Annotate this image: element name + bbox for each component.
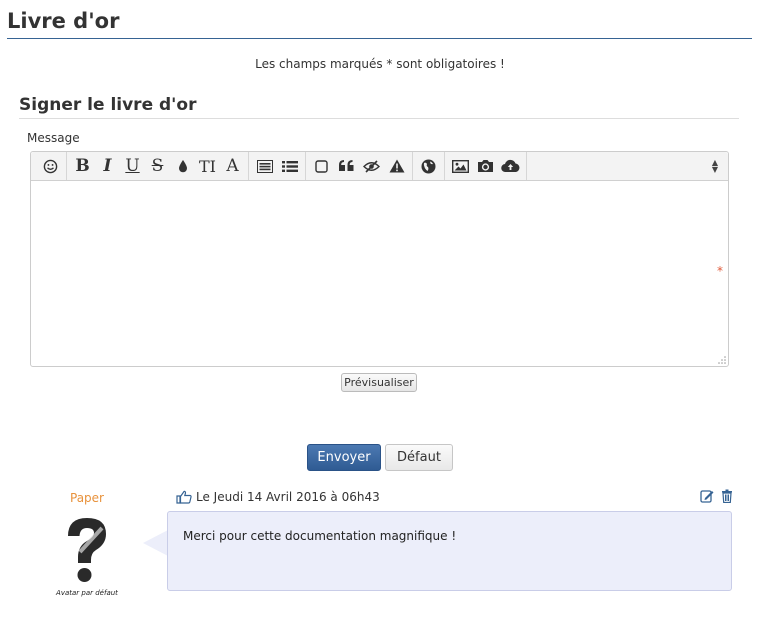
preview-button[interactable]: Prévisualiser (341, 373, 417, 392)
required-fields-note: Les champs marqués * sont obligatoires ! (255, 57, 505, 71)
italic-icon[interactable]: I (95, 154, 120, 179)
entry-author[interactable]: Paper (54, 491, 120, 505)
thumbs-up-icon (176, 490, 192, 504)
section-title: Signer le livre d'or (19, 94, 739, 119)
entry-message: Merci pour cette documentation magnifiqu… (183, 529, 457, 543)
bold-glyph: B (75, 156, 90, 176)
underline-glyph: U (125, 156, 140, 176)
trash-icon[interactable] (720, 489, 734, 503)
entry-meta: Le Jeudi 14 Avril 2016 à 06h43 (176, 488, 380, 506)
underline-icon[interactable]: U (120, 154, 145, 179)
font-family-glyph: A (226, 156, 239, 176)
strike-glyph: S (151, 156, 164, 176)
question-mark-avatar-icon (68, 518, 106, 582)
required-marker: * (717, 264, 723, 278)
globe-icon[interactable] (416, 154, 441, 179)
message-textarea[interactable] (31, 182, 728, 366)
editor-toolbar: B I U S TI A ▲ ▼ (31, 152, 728, 181)
smiley-icon[interactable] (38, 154, 63, 179)
bold-icon[interactable]: B (70, 154, 95, 179)
edit-icon[interactable] (700, 489, 714, 503)
toolbar-group-lists (249, 152, 306, 180)
hide-eye-icon[interactable] (359, 154, 384, 179)
color-drop-icon[interactable] (170, 154, 195, 179)
toolbar-expand-dropdown[interactable]: ▲ ▼ (710, 158, 720, 174)
italic-glyph: I (103, 156, 112, 176)
font-size-icon[interactable]: TI (195, 154, 220, 179)
message-bubble-pointer (143, 530, 168, 556)
quote-icon[interactable] (334, 154, 359, 179)
font-family-icon[interactable]: A (220, 154, 245, 179)
list-box-icon[interactable] (252, 154, 277, 179)
message-bubble: Merci pour cette documentation magnifiqu… (167, 511, 732, 591)
warning-icon[interactable] (384, 154, 409, 179)
toolbar-group-media (445, 152, 527, 180)
chevron-down-icon: ▼ (711, 165, 719, 174)
reset-default-button[interactable]: Défaut (385, 444, 453, 471)
font-size-glyph: TI (199, 156, 216, 176)
upload-cloud-icon[interactable] (498, 154, 523, 179)
strikethrough-icon[interactable]: S (145, 154, 170, 179)
message-label: Message (27, 131, 80, 145)
page-title: Livre d'or (7, 8, 752, 39)
square-icon[interactable] (309, 154, 334, 179)
entry-date: Le Jeudi 14 Avril 2016 à 06h43 (196, 490, 380, 504)
camera-icon[interactable] (473, 154, 498, 179)
message-editor: B I U S TI A ▲ ▼ (30, 151, 729, 367)
bullet-list-icon[interactable] (277, 154, 302, 179)
entry-actions (700, 489, 734, 503)
toolbar-group-blocks (306, 152, 413, 180)
avatar-caption: Avatar par défaut (56, 589, 118, 597)
send-button[interactable]: Envoyer (307, 444, 381, 471)
toolbar-group-smiley (35, 152, 67, 180)
toolbar-group-text: B I U S TI A (67, 152, 249, 180)
toolbar-group-link (413, 152, 445, 180)
resize-handle-icon[interactable] (718, 356, 726, 364)
image-icon[interactable] (448, 154, 473, 179)
avatar: Avatar par défaut (54, 514, 120, 598)
